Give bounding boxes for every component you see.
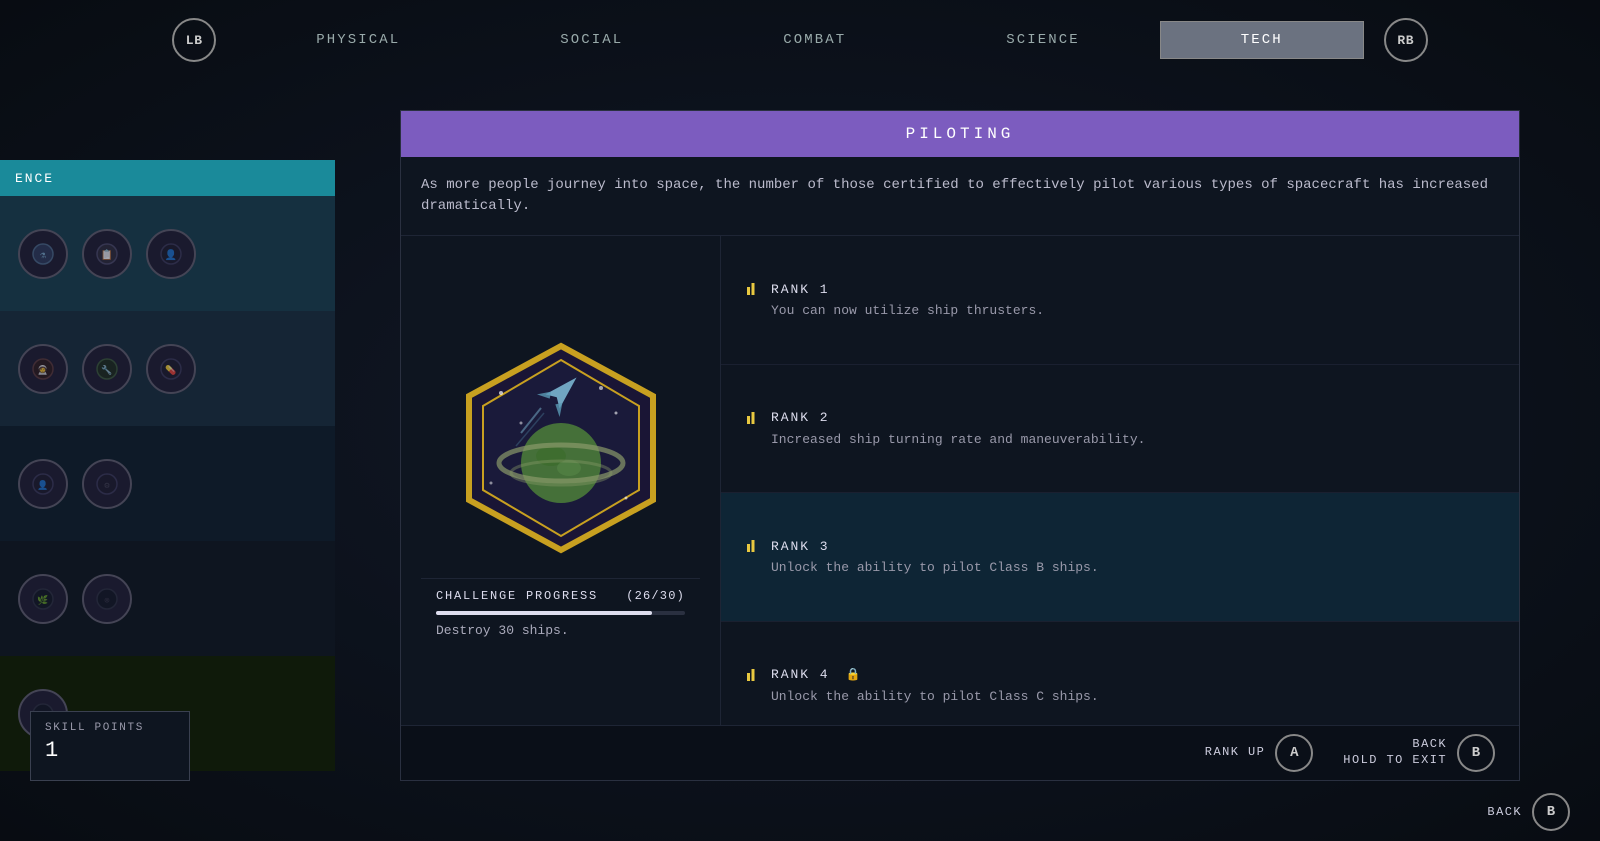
rb-button[interactable]: RB bbox=[1384, 18, 1428, 62]
sidebar-row-2[interactable]: 🧑‍🚀 🔧 💊 bbox=[0, 311, 335, 426]
challenge-area: CHALLENGE PROGRESS (26/30) Destroy 30 sh… bbox=[421, 578, 700, 648]
sidebar-header: ENCE bbox=[0, 160, 335, 196]
back-label-line1: BACK bbox=[1343, 737, 1447, 753]
challenge-description: Destroy 30 ships. bbox=[436, 623, 685, 638]
main-content-panel: PILOTING As more people journey into spa… bbox=[400, 110, 1520, 781]
skill-icon-2b[interactable]: 🔧 bbox=[82, 344, 132, 394]
rank-1-description: You can now utilize ship thrusters. bbox=[745, 303, 1495, 318]
challenge-label: CHALLENGE PROGRESS bbox=[436, 589, 598, 603]
sidebar-row-4[interactable]: 🌿 ⊗ bbox=[0, 541, 335, 656]
skill-icon-2c[interactable]: 💊 bbox=[146, 344, 196, 394]
skill-points-label: SKILL POINTS bbox=[45, 722, 175, 734]
challenge-bar-background bbox=[436, 611, 685, 615]
challenge-label-row: CHALLENGE PROGRESS (26/30) bbox=[436, 589, 685, 603]
bottom-right-back-button[interactable]: B bbox=[1532, 793, 1570, 831]
bottom-right-back[interactable]: BACK B bbox=[1487, 793, 1570, 831]
skill-icon-2a[interactable]: 🧑‍🚀 bbox=[18, 344, 68, 394]
lb-button[interactable]: LB bbox=[172, 18, 216, 62]
rank-2-title: RANK 2 bbox=[771, 410, 830, 425]
rank-1-title: RANK 1 bbox=[771, 282, 830, 297]
rank-2-description: Increased ship turning rate and maneuver… bbox=[745, 432, 1495, 447]
svg-text:🧑‍🚀: 🧑‍🚀 bbox=[37, 364, 48, 376]
back-label-line2: HOLD TO EXIT bbox=[1343, 753, 1447, 769]
svg-text:💊: 💊 bbox=[165, 364, 176, 376]
skill-icon-4a[interactable]: 🌿 bbox=[18, 574, 68, 624]
svg-text:🌿: 🌿 bbox=[37, 594, 48, 606]
challenge-count: (26/30) bbox=[626, 589, 685, 603]
skill-title: PILOTING bbox=[906, 125, 1015, 143]
rank-row-2[interactable]: RANK 2 Increased ship turning rate and m… bbox=[721, 365, 1519, 494]
rank-1-title-row: RANK 1 bbox=[745, 281, 1495, 297]
tab-social[interactable]: SOCIAL bbox=[480, 22, 703, 58]
rank-row-1[interactable]: RANK 1 You can now utilize ship thruster… bbox=[721, 236, 1519, 365]
bottom-right-back-label: BACK bbox=[1487, 805, 1522, 819]
rank-4-title: RANK 4 bbox=[771, 667, 830, 682]
skill-badge bbox=[461, 338, 661, 558]
rank-4-lock-icon: 🔒 bbox=[846, 667, 861, 682]
svg-text:⚗: ⚗ bbox=[40, 251, 46, 262]
rank-2-title-row: RANK 2 bbox=[745, 410, 1495, 426]
svg-text:📋: 📋 bbox=[101, 248, 113, 262]
rank-4-icon bbox=[745, 667, 761, 683]
skill-icon-1b[interactable]: 📋 bbox=[82, 229, 132, 279]
rank-4-title-row: RANK 4 🔒 bbox=[745, 667, 1495, 683]
back-button[interactable]: B bbox=[1457, 734, 1495, 772]
rank-3-title-row: RANK 3 bbox=[745, 538, 1495, 554]
svg-text:👤: 👤 bbox=[165, 248, 177, 262]
skill-icon-3a[interactable]: 👤 bbox=[18, 459, 68, 509]
svg-text:🔧: 🔧 bbox=[101, 364, 112, 376]
skill-title-bar: PILOTING bbox=[401, 111, 1519, 157]
skill-icon-3b[interactable]: ⚙ bbox=[82, 459, 132, 509]
svg-text:👤: 👤 bbox=[37, 479, 48, 491]
tab-tech[interactable]: TECH bbox=[1160, 21, 1364, 59]
svg-text:⚙: ⚙ bbox=[103, 481, 110, 491]
back-action[interactable]: BACK HOLD TO EXIT B bbox=[1343, 734, 1495, 772]
skill-body: CHALLENGE PROGRESS (26/30) Destroy 30 sh… bbox=[401, 236, 1519, 750]
sidebar-row-3[interactable]: 👤 ⚙ bbox=[0, 426, 335, 541]
skill-badge-area: CHALLENGE PROGRESS (26/30) Destroy 30 sh… bbox=[401, 236, 721, 750]
ranks-area: RANK 1 You can now utilize ship thruster… bbox=[721, 236, 1519, 750]
rank-row-3[interactable]: RANK 3 Unlock the ability to pilot Class… bbox=[721, 493, 1519, 622]
nav-tabs: PHYSICAL SOCIAL COMBAT SCIENCE TECH bbox=[236, 21, 1364, 59]
rank-3-description: Unlock the ability to pilot Class B ship… bbox=[745, 560, 1495, 575]
skill-points-box: SKILL POINTS 1 bbox=[30, 711, 190, 781]
skill-icon-4b[interactable]: ⊗ bbox=[82, 574, 132, 624]
rank-up-action[interactable]: RANK UP A bbox=[1205, 734, 1314, 772]
rank-3-title: RANK 3 bbox=[771, 539, 830, 554]
skill-icon-1a[interactable]: ⚗ bbox=[18, 229, 68, 279]
top-navigation: LB PHYSICAL SOCIAL COMBAT SCIENCE TECH R… bbox=[0, 0, 1600, 80]
rank-1-icon bbox=[745, 281, 761, 297]
bottom-actions-bar: RANK UP A BACK HOLD TO EXIT B bbox=[401, 725, 1519, 780]
svg-text:⊗: ⊗ bbox=[104, 596, 109, 606]
rank-up-button[interactable]: A bbox=[1275, 734, 1313, 772]
tab-physical[interactable]: PHYSICAL bbox=[236, 22, 480, 58]
rank-2-icon bbox=[745, 410, 761, 426]
challenge-bar-fill bbox=[436, 611, 652, 615]
rank-4-description: Unlock the ability to pilot Class C ship… bbox=[745, 689, 1495, 704]
skill-icon-1c[interactable]: 👤 bbox=[146, 229, 196, 279]
tab-combat[interactable]: COMBAT bbox=[703, 22, 926, 58]
skill-points-value: 1 bbox=[45, 738, 175, 763]
skill-description: As more people journey into space, the n… bbox=[401, 157, 1519, 236]
tab-science[interactable]: SCIENCE bbox=[926, 22, 1160, 58]
rank-up-label: RANK UP bbox=[1205, 745, 1266, 761]
sidebar-row-1[interactable]: ⚗ 📋 👤 bbox=[0, 196, 335, 311]
rank-3-icon bbox=[745, 538, 761, 554]
